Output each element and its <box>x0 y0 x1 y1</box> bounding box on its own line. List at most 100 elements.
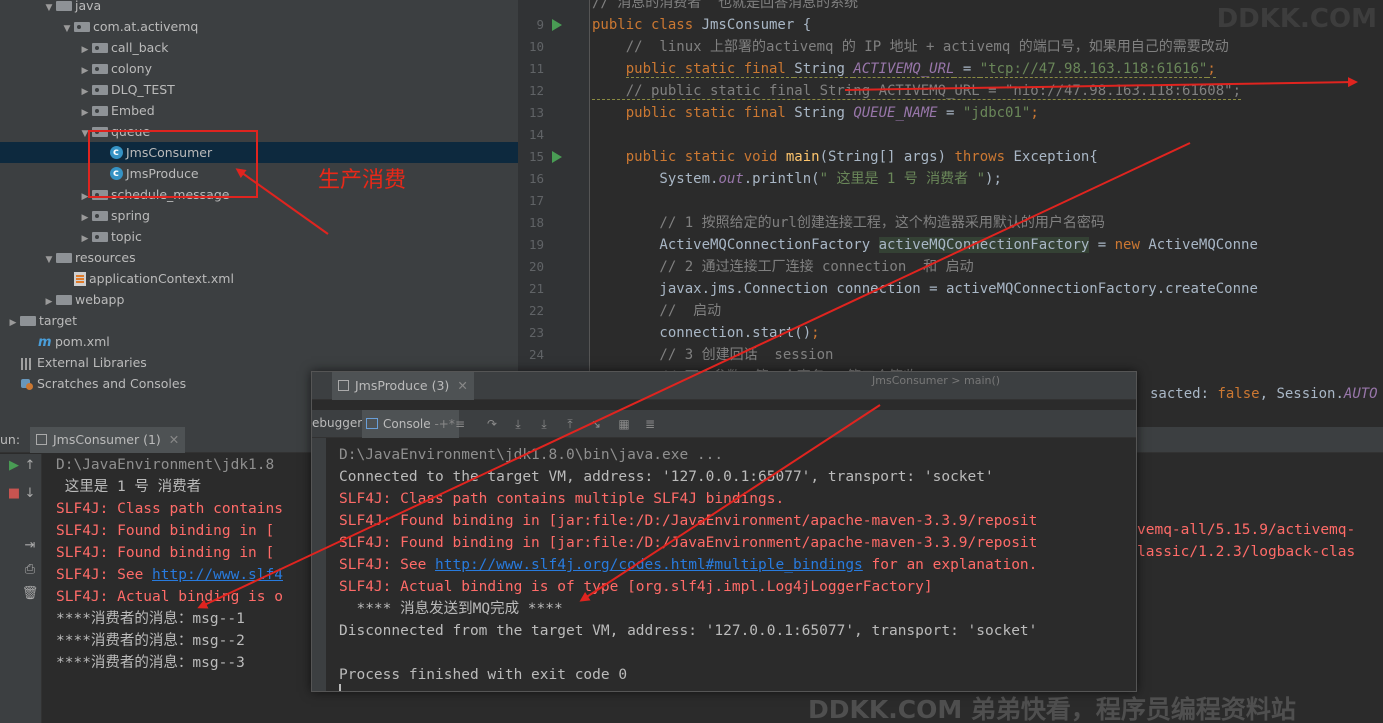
code-text: public static final String ACTIVEMQ_URL … <box>625 61 1216 78</box>
run-gutter-icon[interactable] <box>552 19 562 31</box>
scroll-up-icon[interactable]: ↑ <box>20 456 40 476</box>
line-number: 18 <box>528 215 544 230</box>
trash-icon[interactable]: 🗑 <box>20 584 40 604</box>
close-icon[interactable]: ✕ <box>457 378 467 393</box>
console-line: **** 消息发送到MQ完成 **** <box>339 601 563 617</box>
code-text: public static void main(String[] args) t… <box>625 149 1098 165</box>
code-text: // 启动 <box>592 303 722 319</box>
tree-item-call-back[interactable]: ▶ call_back <box>0 37 518 58</box>
tree-item-label: webapp <box>75 292 125 307</box>
force-step-into-icon[interactable]: ⤓ <box>536 416 552 432</box>
console-line: Connected to the target VM, address: '12… <box>339 469 994 485</box>
line-number: 20 <box>528 259 544 274</box>
code-line[interactable]: 19 ActiveMQConnectionFactory activeMQCon… <box>518 234 1383 256</box>
console-toolbar: ebugger Console -+* ≡ ↷ ⤓ ⤓ ⤒ ↘ ▦ ≣ <box>312 410 1136 438</box>
console-line: SLF4J: Actual binding is of type [org.sl… <box>339 579 933 595</box>
tree-item-schedule-message[interactable]: ▶ schedule_message <box>0 184 518 205</box>
line-number: 22 <box>528 303 544 318</box>
code-line[interactable]: // 消息的消费者 也就是回答消息的系统 <box>518 0 1383 14</box>
tree-item-external-libraries[interactable]: External Libraries <box>0 352 518 373</box>
run-config-icon <box>36 434 47 445</box>
console-line: SLF4J: Found binding in [jar:file:/D:/Ja… <box>339 535 1038 551</box>
code-line[interactable]: 15 public static void main(String[] args… <box>518 146 1383 168</box>
line-number: 23 <box>528 325 544 340</box>
tree-item-colony[interactable]: ▶ colony <box>0 58 518 79</box>
console-line: SLF4J: Found binding in [ <box>56 523 275 539</box>
code-line[interactable]: 13 public static final String QUEUE_NAME… <box>518 102 1383 124</box>
console-line: SLF4J: Actual binding is o <box>56 589 283 605</box>
tree-item-java[interactable]: ▼ java <box>0 0 518 16</box>
print-icon[interactable]: ⎙ <box>20 560 40 580</box>
package-icon <box>92 105 108 116</box>
code-line[interactable]: 22 // 启动 <box>518 300 1383 322</box>
scroll-down-icon[interactable]: ↓ <box>20 484 40 504</box>
close-icon[interactable]: ✕ <box>169 432 179 447</box>
tree-item-topic[interactable]: ▶ topic <box>0 226 518 247</box>
code-line[interactable]: 20 // 2 通过连接工厂连接 connection 和 启动 <box>518 256 1383 278</box>
tree-item-dlq-test[interactable]: ▶ DLQ_TEST <box>0 79 518 100</box>
text-caret <box>339 684 341 691</box>
code-line[interactable]: 21 javax.jms.Connection connection = act… <box>518 278 1383 300</box>
floating-run-window: JmsProduce (3) ✕ JmsConsumer > main() ebu… <box>311 371 1137 692</box>
code-line[interactable]: 10 // linux 上部署的activemq 的 IP 地址 + activ… <box>518 36 1383 58</box>
tree-item-spring[interactable]: ▶ spring <box>0 205 518 226</box>
run-tab-jmsproduce[interactable]: JmsProduce (3) ✕ <box>332 372 474 400</box>
code-line[interactable]: 12 // public static final String ACTIVEM… <box>518 80 1383 102</box>
tree-item-queue[interactable]: ▼ queue <box>0 121 518 142</box>
run-tab-jmsconsumer[interactable]: JmsConsumer (1) ✕ <box>30 427 186 453</box>
step-into-icon[interactable]: ⤓ <box>510 416 526 432</box>
step-out-icon[interactable]: ⤒ <box>562 416 578 432</box>
tree-item-resources[interactable]: ▼ resources <box>0 247 518 268</box>
tab-console[interactable]: Console -+* <box>362 410 459 438</box>
editor-overflow-text: sacted: false, Session.AUTO <box>1150 386 1378 402</box>
folder-icon <box>56 252 72 263</box>
folder-icon <box>56 0 72 11</box>
code-line[interactable]: 17 <box>518 190 1383 212</box>
run-toolbar: ▶ ↑ ■ ↓ ⇥ ⎙ 🗑 <box>0 454 42 723</box>
annotation-label: 生产消费 <box>318 168 407 193</box>
tree-item-jmsproduce[interactable]: JmsProduce <box>0 163 518 184</box>
soft-wrap-icon[interactable]: ⇥ <box>20 536 40 556</box>
tab-debugger[interactable]: ebugger <box>312 416 362 430</box>
code-text: javax.jms.Connection connection = active… <box>592 281 1258 297</box>
code-line[interactable]: 9 public class JmsConsumer { <box>518 14 1383 36</box>
code-editor[interactable]: DDKK.COM // 消息的消费者 也就是回答消息的系统 9 public cla… <box>518 0 1383 427</box>
console-line: D:\JavaEnvironment\jdk1.8 <box>56 457 275 473</box>
code-line[interactable]: 11 public static final String ACTIVEMQ_U… <box>518 58 1383 80</box>
code-line[interactable]: 18 // 1 按照给定的url创建连接工程，这个构造器采用默认的用户名密码 <box>518 212 1383 234</box>
code-text: public static final String QUEUE_NAME = … <box>625 105 1039 121</box>
line-number: 15 <box>528 149 544 164</box>
trace-icon[interactable]: ≣ <box>642 416 658 432</box>
step-over-icon[interactable]: ↷ <box>484 416 500 432</box>
tree-item-jmsconsumer[interactable]: JmsConsumer <box>0 142 518 163</box>
run-gutter-icon[interactable] <box>552 151 562 163</box>
code-line[interactable]: 14 <box>518 124 1383 146</box>
line-number: 16 <box>528 171 544 186</box>
tree-item-applicationcontext-xml[interactable]: applicationContext.xml <box>0 268 518 289</box>
code-line[interactable]: 23 connection.start(); <box>518 322 1383 344</box>
folder-icon <box>20 315 36 326</box>
tree-item-label: java <box>75 0 102 13</box>
tree-item-webapp[interactable]: ▶ webapp <box>0 289 518 310</box>
code-line[interactable]: 24 // 3 创建回话 session <box>518 344 1383 366</box>
console-line: Process finished with exit code 0 <box>339 667 628 683</box>
menu-icon[interactable]: ≡ <box>452 416 468 432</box>
console-link[interactable]: http://www.slf4 <box>152 567 283 583</box>
tree-item-com-at-activemq[interactable]: ▼ com.at.activemq <box>0 16 518 37</box>
line-number: 17 <box>528 193 544 208</box>
tree-item-target[interactable]: ▶ target <box>0 310 518 331</box>
tree-item-pom-xml[interactable]: m pom.xml <box>0 331 518 352</box>
tree-item-label: call_back <box>111 40 169 55</box>
code-text: // 3 创建回话 session <box>592 347 834 363</box>
run-to-cursor-icon[interactable]: ↘ <box>588 416 604 432</box>
line-number: 14 <box>528 127 544 142</box>
tree-item-embed[interactable]: ▶ Embed <box>0 100 518 121</box>
console-link[interactable]: http://www.slf4j.org/codes.html#multiple… <box>435 557 863 573</box>
evaluate-icon[interactable]: ▦ <box>616 416 632 432</box>
line-number: 12 <box>528 83 544 98</box>
tree-item-label: Scratches and Consoles <box>37 376 187 391</box>
console-line: Disconnected from the target VM, address… <box>339 623 1038 639</box>
code-line[interactable]: 16 System.out.println(" 这里是 1 号 消费者 "); <box>518 168 1383 190</box>
libraries-icon <box>20 357 34 370</box>
console-line: ****消费者的消息：msg--2 <box>56 633 245 649</box>
